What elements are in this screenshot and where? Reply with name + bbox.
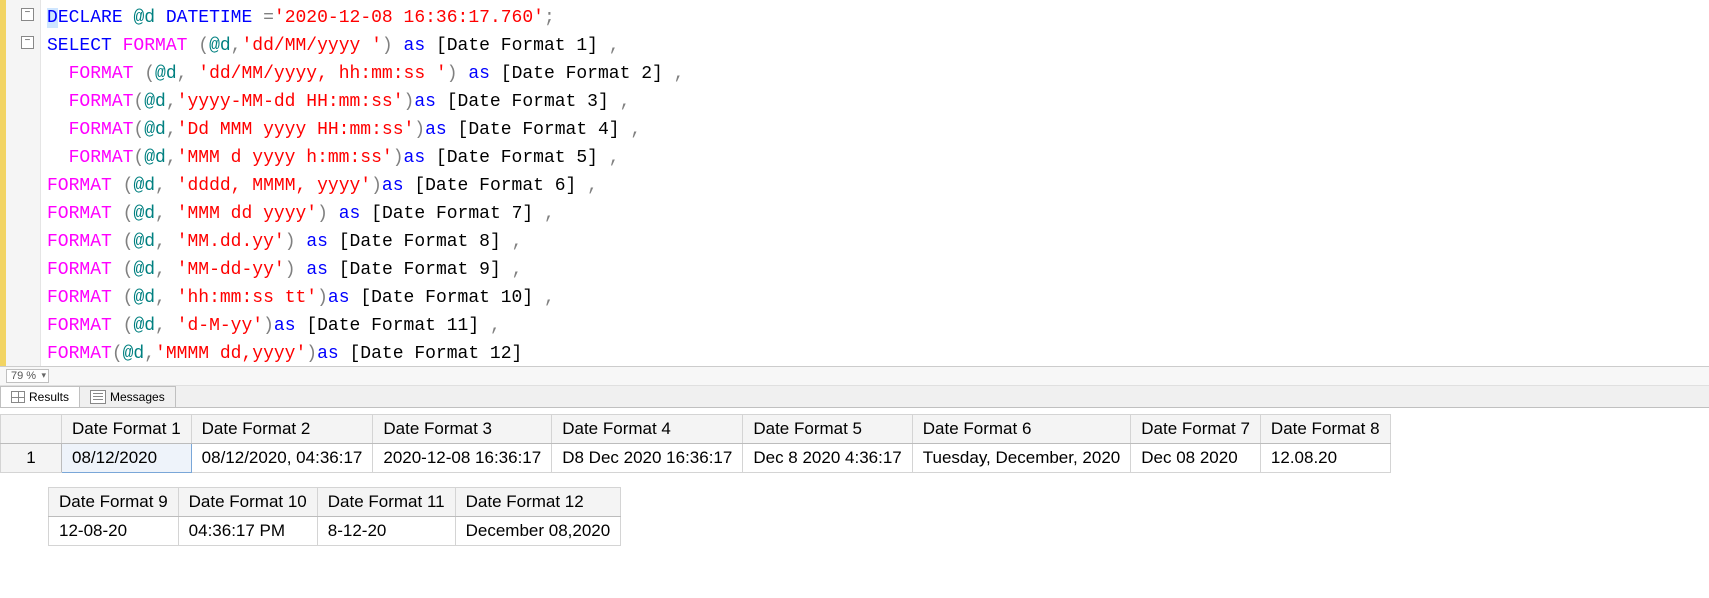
messages-icon: [90, 390, 106, 404]
cell[interactable]: 8-12-20: [317, 517, 455, 546]
cell[interactable]: 08/12/2020, 04:36:17: [191, 444, 373, 473]
column-header[interactable]: Date Format 2: [191, 415, 373, 444]
cell[interactable]: D8 Dec 2020 16:36:17: [552, 444, 743, 473]
cell[interactable]: 12-08-20: [49, 517, 179, 546]
column-header[interactable]: Date Format 12: [455, 488, 621, 517]
cell[interactable]: 08/12/2020: [62, 444, 192, 473]
row-header-blank: [1, 415, 62, 444]
column-header[interactable]: Date Format 6: [912, 415, 1131, 444]
table-header-row: Date Format 1 Date Format 2 Date Format …: [1, 415, 1391, 444]
cell[interactable]: Dec 08 2020: [1131, 444, 1261, 473]
results-tabs: Results Messages: [0, 386, 1709, 408]
column-header[interactable]: Date Format 11: [317, 488, 455, 517]
editor-gutter: − −: [0, 0, 41, 366]
tab-results-label: Results: [29, 390, 69, 404]
table-header-row: Date Format 9 Date Format 10 Date Format…: [49, 488, 621, 517]
cell[interactable]: 12.08.20: [1260, 444, 1390, 473]
zoom-bar: 79 %: [0, 367, 1709, 386]
code-area[interactable]: DECLARE @d DATETIME ='2020-12-08 16:36:1…: [41, 0, 1709, 366]
results-pane: Date Format 1 Date Format 2 Date Format …: [0, 408, 1709, 546]
row-number[interactable]: 1: [1, 444, 62, 473]
tab-messages-label: Messages: [110, 390, 165, 404]
column-header[interactable]: Date Format 3: [373, 415, 552, 444]
column-header[interactable]: Date Format 7: [1131, 415, 1261, 444]
table-row[interactable]: 1 08/12/2020 08/12/2020, 04:36:17 2020-1…: [1, 444, 1391, 473]
sql-editor[interactable]: − − DECLARE @d DATETIME ='2020-12-08 16:…: [0, 0, 1709, 367]
results-grid-2[interactable]: Date Format 9 Date Format 10 Date Format…: [48, 487, 621, 546]
grid-icon: [11, 391, 25, 403]
tab-results[interactable]: Results: [0, 386, 80, 407]
cell[interactable]: 2020-12-08 16:36:17: [373, 444, 552, 473]
cell[interactable]: Tuesday, December, 2020: [912, 444, 1131, 473]
fold-icon[interactable]: −: [21, 8, 34, 21]
column-header[interactable]: Date Format 8: [1260, 415, 1390, 444]
column-header[interactable]: Date Format 9: [49, 488, 179, 517]
results-grid-1[interactable]: Date Format 1 Date Format 2 Date Format …: [0, 414, 1391, 473]
column-header[interactable]: Date Format 1: [62, 415, 192, 444]
column-header[interactable]: Date Format 4: [552, 415, 743, 444]
table-row[interactable]: 12-08-20 04:36:17 PM 8-12-20 December 08…: [49, 517, 621, 546]
cell[interactable]: 04:36:17 PM: [178, 517, 317, 546]
cell[interactable]: December 08,2020: [455, 517, 621, 546]
column-header[interactable]: Date Format 5: [743, 415, 912, 444]
tab-messages[interactable]: Messages: [79, 386, 176, 407]
fold-icon[interactable]: −: [21, 36, 34, 49]
column-header[interactable]: Date Format 10: [178, 488, 317, 517]
cell[interactable]: Dec 8 2020 4:36:17: [743, 444, 912, 473]
zoom-dropdown[interactable]: 79 %: [6, 369, 49, 383]
